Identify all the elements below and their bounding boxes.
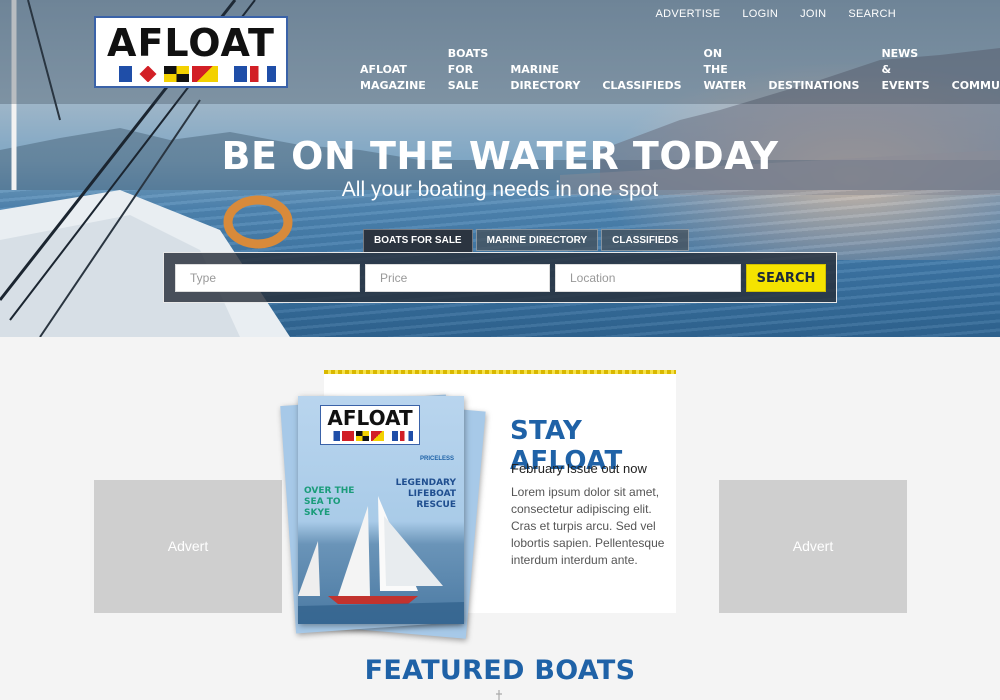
- sailing-boats-photo: [298, 496, 464, 624]
- magazine-front-cover: AFLOAT PRICELESS OVER THE SEA TO SKYE LE…: [298, 396, 464, 624]
- advertise-link[interactable]: ADVERTISE: [655, 8, 720, 20]
- main-nav: AFLOAT MAGAZINE BOATS FOR SALE MARINE DI…: [360, 47, 1000, 94]
- location-field[interactable]: Location: [555, 264, 741, 292]
- nav-marine-directory[interactable]: MARINE DIRECTORY: [510, 62, 580, 94]
- advert-right[interactable]: Advert: [719, 480, 907, 613]
- magazine-cover-stack[interactable]: AFLOAT PRICELESS OVER THE SEA TO SKYE LE…: [280, 390, 486, 640]
- logo-signal-flags: [106, 66, 276, 82]
- promo-body: Lorem ipsum dolor sit amet, consectetur …: [511, 485, 665, 567]
- site-logo[interactable]: AFLOAT: [94, 16, 288, 88]
- nav-boats-for-sale[interactable]: BOATS FOR SALE: [448, 46, 489, 94]
- nav-classifieds[interactable]: CLASSIFIEDS: [602, 78, 681, 94]
- utility-nav: ADVERTISE LOGIN JOIN SEARCH: [655, 8, 896, 20]
- featured-boats-heading: FEATURED BOATS: [364, 655, 636, 686]
- hero-subtitle: All your boating needs in one spot: [341, 178, 659, 201]
- magazine-logo: AFLOAT: [320, 405, 420, 445]
- search-tabs: BOATS FOR SALE MARINE DIRECTORY CLASSIFI…: [363, 229, 690, 253]
- flag-o-icon: [192, 66, 219, 82]
- flag-t-icon: [250, 66, 276, 82]
- flag-a-icon: [106, 66, 132, 82]
- search-panel: Type Price Location SEARCH: [163, 252, 837, 303]
- tab-marine-directory[interactable]: MARINE DIRECTORY: [475, 229, 599, 251]
- tab-boats-for-sale[interactable]: BOATS FOR SALE: [363, 229, 473, 253]
- type-field[interactable]: Type: [175, 264, 360, 292]
- nav-afloat-magazine[interactable]: AFLOAT MAGAZINE: [360, 62, 426, 94]
- advert-left[interactable]: Advert: [94, 480, 282, 613]
- search-button[interactable]: SEARCH: [746, 264, 826, 292]
- flag-a2-icon: [221, 66, 248, 82]
- nav-destinations[interactable]: DESTINATIONS: [768, 78, 859, 94]
- join-link[interactable]: JOIN: [800, 8, 826, 20]
- search-link[interactable]: SEARCH: [848, 8, 896, 20]
- flag-f-icon: [134, 66, 161, 82]
- magazine-priceless: PRICELESS: [419, 456, 454, 462]
- login-link[interactable]: LOGIN: [742, 8, 778, 20]
- rope-border: [324, 370, 676, 374]
- price-field[interactable]: Price: [365, 264, 550, 292]
- hero-title: BE ON THE WATER TODAY: [221, 134, 779, 178]
- issue-text: February Issue out now: [511, 461, 647, 476]
- magazine-logo-flags: [327, 431, 414, 441]
- tab-classifieds[interactable]: CLASSIFIEDS: [601, 229, 690, 251]
- nav-news-events[interactable]: NEWS & EVENTS: [881, 46, 929, 94]
- nav-community[interactable]: COMMUNITY: [952, 78, 1000, 94]
- anchor-icon: [496, 690, 502, 700]
- magazine-logo-word: AFLOAT: [327, 406, 413, 430]
- nav-on-the-water[interactable]: ON THE WATER: [704, 46, 747, 94]
- logo-wordmark: AFLOAT: [107, 21, 275, 65]
- flag-l-icon: [163, 66, 190, 82]
